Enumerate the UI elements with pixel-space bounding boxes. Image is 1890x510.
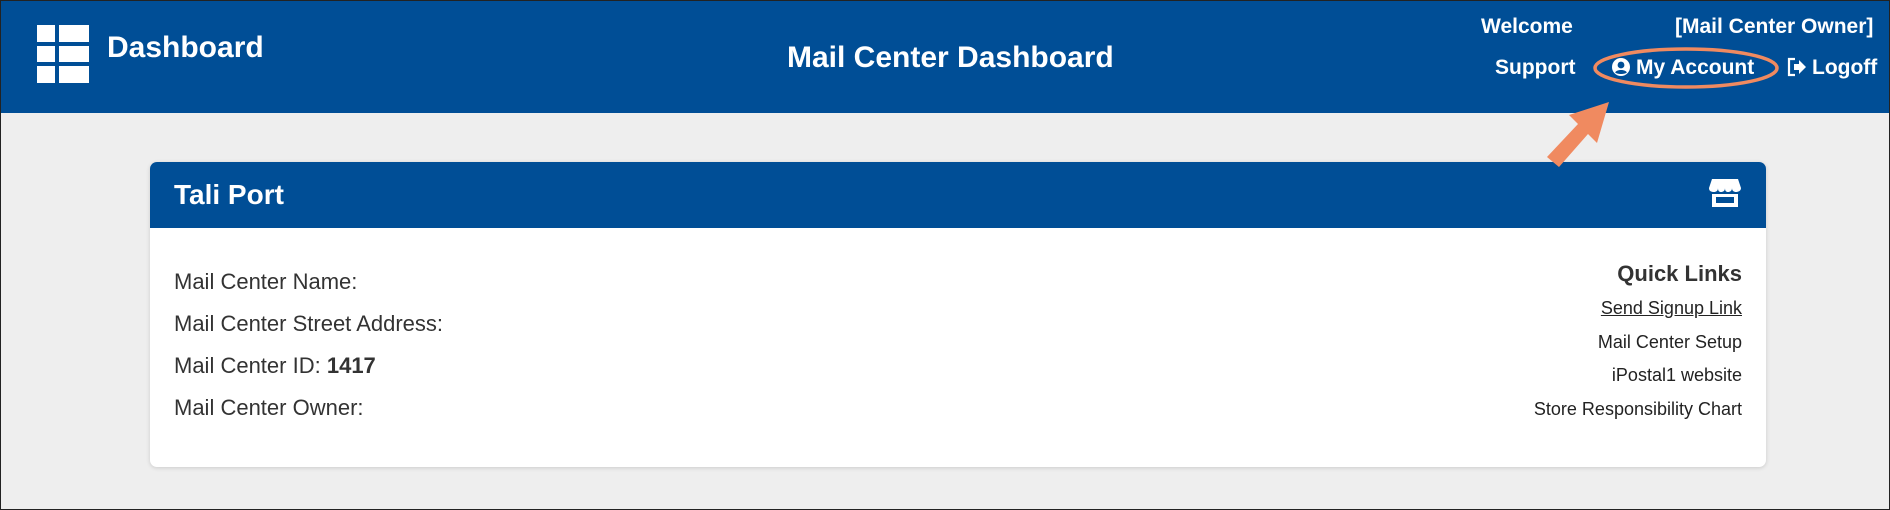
card-header: Tali Port [150,162,1766,228]
logoff-link[interactable]: Logoff [1787,56,1877,80]
dashboard-grid-icon[interactable] [37,25,89,83]
callout-arrow [1547,102,1609,167]
logoff-label: Logoff [1812,56,1878,79]
owner-name: [Mail Center Owner] [1675,15,1874,38]
support-link[interactable]: Support [1495,56,1575,80]
street-address-label: Mail Center Street Address: [174,311,444,336]
quick-links-title: Quick Links [1617,261,1742,286]
mail-center-name-label: Mail Center Name: [174,269,358,294]
card-title: Tali Port [174,179,284,210]
dashboard-link[interactable]: Dashboard [107,31,264,65]
welcome-label: Welcome [1481,15,1573,38]
quick-link-mail-center-setup[interactable]: Mail Center Setup [1598,332,1742,353]
mail-center-owner-label: Mail Center Owner: [174,395,364,420]
app-frame: Dashboard Mail Center Dashboard Welcome … [0,0,1890,510]
mail-center-id-label: Mail Center ID: [174,353,321,378]
mail-center-id-value: 1417 [326,353,376,378]
callout-highlight-ellipse [1593,47,1779,89]
store-icon[interactable] [1708,176,1742,210]
mail-center-id-row: Mail Center ID: 1417 [174,353,376,379]
quick-link-send-signup[interactable]: Send Signup Link [1601,298,1742,319]
page-title: Mail Center Dashboard [787,41,1114,74]
quick-link-store-responsibility-chart[interactable]: Store Responsibility Chart [1534,399,1742,420]
logout-icon [1787,57,1806,77]
mail-center-card: Tali Port Mail Center Name: Mail Center … [150,162,1766,467]
quick-link-ipostal1-website[interactable]: iPostal1 website [1612,365,1742,386]
